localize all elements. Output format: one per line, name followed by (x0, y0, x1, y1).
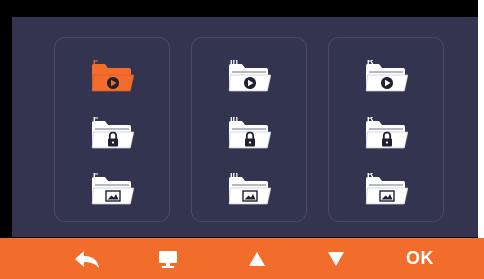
folder-video-item[interactable]: F (55, 57, 169, 97)
ok-button[interactable]: OK (395, 238, 445, 279)
back-arrow-icon (75, 250, 99, 268)
triangle-up-icon (249, 251, 265, 266)
folder-group: R R R (328, 37, 444, 222)
folder-locked-item[interactable]: F (55, 114, 169, 154)
folder-badge: R (367, 173, 374, 179)
folder-badge: In (230, 60, 238, 66)
folder-locked-item[interactable]: In (192, 114, 306, 154)
folder-badge: F (93, 173, 99, 179)
folder-badge: In (230, 173, 238, 179)
screen-edge (478, 0, 484, 238)
folder-video-icon: R (365, 60, 409, 92)
bottom-toolbar: OK (0, 238, 484, 279)
folder-locked-item[interactable]: R (329, 114, 443, 154)
folder-badge: In (230, 117, 238, 123)
folder-group: F F F (54, 37, 170, 222)
folder-photo-icon: R (365, 173, 409, 205)
folder-video-icon: F (91, 60, 135, 92)
folder-badge: F (93, 117, 99, 123)
folder-video-item[interactable]: R (329, 57, 443, 97)
folder-badge: F (93, 60, 99, 66)
down-button[interactable] (311, 238, 361, 279)
menu-button[interactable] (143, 238, 193, 279)
file-browser-panel: F F F In In In R R R (12, 17, 478, 237)
folder-photo-icon: F (91, 173, 135, 205)
folder-video-icon: In (228, 60, 272, 92)
folder-photo-icon: In (228, 173, 272, 205)
folder-lock-icon: R (365, 117, 409, 149)
folder-video-item[interactable]: In (192, 57, 306, 97)
folder-badge: R (367, 60, 374, 66)
display-bezel: F F F In In In R R R (0, 0, 478, 238)
folder-lock-icon: In (228, 117, 272, 149)
dashcam-screen: F F F In In In R R R OK (0, 0, 484, 279)
folder-photo-item[interactable]: R (329, 170, 443, 210)
folder-badge: R (367, 117, 374, 123)
folder-photo-item[interactable]: F (55, 170, 169, 210)
folder-lock-icon: F (91, 117, 135, 149)
up-button[interactable] (232, 238, 282, 279)
monitor-icon (159, 250, 177, 268)
triangle-down-icon (328, 251, 344, 266)
back-button[interactable] (62, 238, 112, 279)
folder-group: In In In (191, 37, 307, 222)
ok-label: OK (406, 248, 434, 268)
folder-photo-item[interactable]: In (192, 170, 306, 210)
